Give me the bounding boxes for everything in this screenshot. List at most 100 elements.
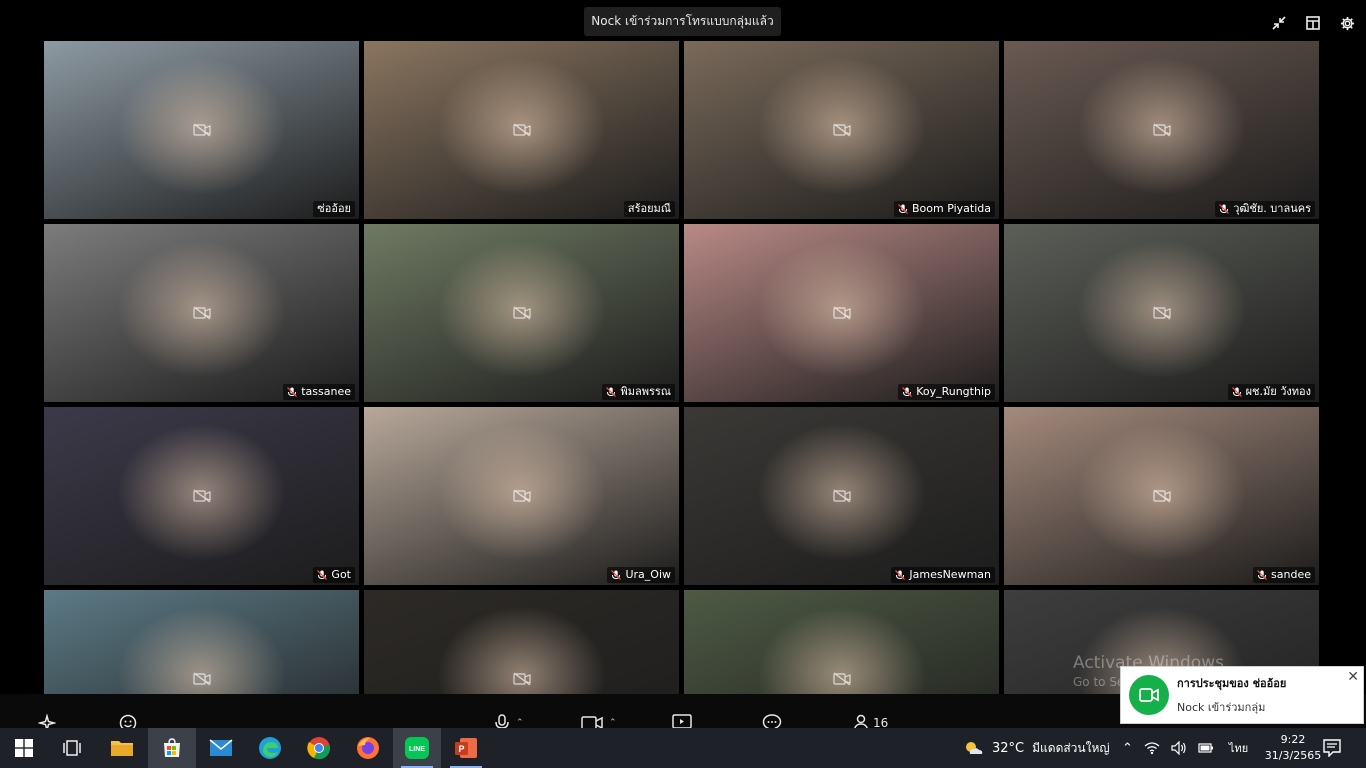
chrome-browser-icon[interactable] [295, 728, 343, 768]
participant-tile[interactable]: tassanee [44, 224, 359, 402]
grid-layout-icon[interactable] [1304, 14, 1322, 32]
windows-start-icon[interactable] [0, 728, 48, 768]
notification-title: การประชุมของ ช่ออ้อย [1177, 677, 1287, 690]
mic-muted-icon [1219, 204, 1230, 214]
file-explorer-icon[interactable] [98, 728, 146, 768]
participant-name-tag: สร้อยมณี [623, 201, 675, 217]
mic-muted-icon [287, 387, 298, 397]
participant-tile[interactable] [684, 590, 999, 694]
camera-off-icon [1152, 489, 1171, 503]
mic-muted-icon [895, 570, 906, 580]
mic-muted-icon [902, 387, 913, 397]
participant-tile[interactable] [44, 590, 359, 694]
participant-tile[interactable]: Boom Piyatida [684, 41, 999, 219]
mail-icon[interactable] [197, 728, 245, 768]
system-tray: ⌃ ไทย [1122, 728, 1248, 768]
toast-notification[interactable]: การประชุมของ ช่ออ้อย Nock เข้าร่วมกลุ่ม … [1120, 666, 1364, 724]
camera-off-icon [192, 306, 211, 320]
camera-off-icon [832, 123, 851, 137]
svg-text:P: P [458, 744, 464, 754]
participant-tile[interactable]: สร้อยมณี [364, 41, 679, 219]
close-icon[interactable]: ✕ [1347, 669, 1359, 685]
camera-off-icon [192, 489, 211, 503]
participant-name: วุฒิชัย. บาลนคร [1233, 202, 1311, 215]
edge-browser-icon[interactable] [246, 728, 294, 768]
mic-muted-icon [1231, 387, 1242, 397]
participant-name: Got [331, 568, 351, 581]
camera-off-icon [832, 489, 851, 503]
wifi-icon[interactable] [1144, 741, 1160, 755]
participant-tile[interactable]: วุฒิชัย. บาลนคร [1004, 41, 1319, 219]
camera-off-icon [512, 672, 531, 686]
participant-name: JamesNewman [909, 568, 991, 581]
chevron-up-icon[interactable]: ⌃ [516, 718, 524, 728]
mic-muted-icon [317, 570, 328, 580]
participant-tile[interactable]: ซ่ออ้อย [44, 41, 359, 219]
microsoft-store-icon[interactable] [148, 728, 196, 768]
volume-icon[interactable] [1171, 741, 1187, 755]
participant-tile[interactable]: Got [44, 407, 359, 585]
camera-off-icon [512, 123, 531, 137]
join-toast: Nock เข้าร่วมการโทรแบบกลุ่มแล้ว [584, 7, 781, 36]
participant-name: Boom Piyatida [911, 202, 991, 215]
participant-name: พิมลพรรณ [620, 385, 671, 398]
participant-name-tag: Koy_Rungthip [898, 384, 995, 400]
video-call-icon [1129, 675, 1169, 715]
participant-grid: ซ่ออ้อย สร้อยมณี Boom Piyatida วุฒิชัย. บาล… [44, 41, 1320, 694]
line-group-call-window: Nock เข้าร่วมการโทรแบบกลุ่มแล้ว ซ่ออ้อย ส… [0, 0, 1366, 768]
camera-off-icon [512, 489, 531, 503]
weather-widget[interactable]: 32°C มีแดดส่วนใหญ่ [962, 728, 1110, 768]
firefox-browser-icon[interactable] [344, 728, 392, 768]
participant-name: ซ่ออ้อย [317, 202, 351, 215]
clock-time: 9:22 [1280, 733, 1306, 746]
participant-name: Ura_Oiw [625, 568, 671, 581]
camera-off-icon [1152, 306, 1171, 320]
participant-name-tag: ผช.มัย วังทอง [1227, 384, 1315, 400]
participant-tile[interactable] [364, 590, 679, 694]
participant-name-tag: sandee [1253, 567, 1315, 583]
minimize-view-icon[interactable] [1270, 14, 1288, 32]
participant-name: sandee [1271, 568, 1311, 581]
participant-name-tag: ซ่ออ้อย [313, 201, 355, 217]
participant-name-tag: Boom Piyatida [893, 201, 995, 217]
weather-temperature: 32°C [992, 740, 1025, 756]
mic-muted-icon [611, 570, 622, 580]
participant-name-tag: Ura_Oiw [607, 567, 675, 583]
participant-name: tassanee [301, 385, 351, 398]
battery-icon[interactable] [1198, 742, 1214, 754]
taskbar-clock[interactable]: 9:22 31/3/2565 [1258, 732, 1328, 764]
participant-tile[interactable]: พิมลพรรณ [364, 224, 679, 402]
participant-name-tag: พิมลพรรณ [602, 384, 675, 400]
camera-off-icon [1152, 123, 1171, 137]
weather-description: มีแดดส่วนใหญ่ [1032, 740, 1110, 755]
participant-tile[interactable]: Koy_Rungthip [684, 224, 999, 402]
participant-tile[interactable]: sandee [1004, 407, 1319, 585]
participant-name-tag: วุฒิชัย. บาลนคร [1215, 201, 1315, 217]
powerpoint-icon[interactable]: P [442, 728, 490, 768]
participant-name: Koy_Rungthip [916, 385, 991, 398]
participant-tile[interactable]: ผช.มัย วังทอง [1004, 224, 1319, 402]
partly-sunny-icon [966, 742, 983, 754]
camera-off-icon [832, 306, 851, 320]
chevron-up-icon[interactable]: ⌃ [1122, 741, 1133, 756]
mic-muted-icon [606, 387, 617, 397]
action-center-icon[interactable] [1323, 728, 1341, 768]
participant-tile[interactable]: JamesNewman [684, 407, 999, 585]
clock-date: 31/3/2565 [1264, 749, 1322, 762]
task-view-icon[interactable] [48, 728, 96, 768]
mic-muted-icon [1257, 570, 1267, 580]
svg-text:LINE: LINE [409, 746, 425, 753]
participant-tile[interactable]: Ura_Oiw [364, 407, 679, 585]
participant-name-tag: Got [313, 567, 355, 583]
participant-name-tag: tassanee [283, 384, 355, 400]
top-controls [1270, 14, 1356, 32]
camera-off-icon [512, 306, 531, 320]
camera-off-icon [192, 672, 211, 686]
input-language[interactable]: ไทย [1229, 739, 1248, 757]
line-app-icon[interactable]: LINE [393, 728, 441, 768]
participant-name: สร้อยมณี [627, 202, 671, 215]
settings-gear-icon[interactable] [1338, 14, 1356, 32]
chevron-up-icon[interactable]: ⌃ [609, 718, 617, 728]
camera-off-icon [832, 672, 851, 686]
camera-off-icon [192, 123, 211, 137]
